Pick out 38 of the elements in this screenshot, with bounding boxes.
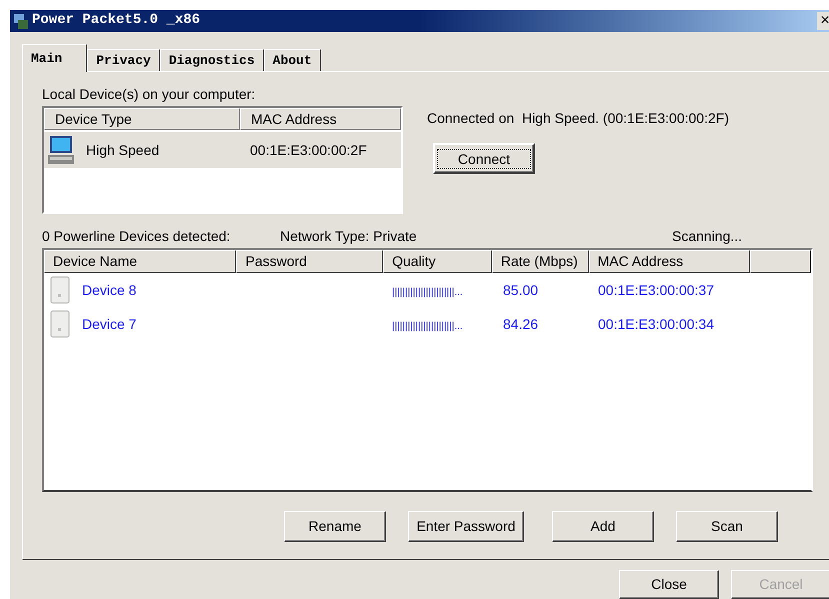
tab[interactable]: Diagnostics (160, 49, 264, 71)
device-name[interactable]: Device 8 (82, 280, 136, 300)
tab[interactable]: About (264, 49, 321, 71)
action-button[interactable]: Enter Password (408, 511, 524, 542)
rate-cell: 84.26 (503, 316, 538, 332)
column-header[interactable]: Device Type (44, 108, 240, 130)
tab[interactable]: Main (22, 44, 88, 72)
device-icon (50, 276, 70, 304)
mac-address: 00:1E:E3:00:00:37 (598, 282, 714, 298)
scanning-label: Scanning... (672, 227, 742, 244)
footer-button[interactable]: Close (619, 570, 719, 599)
device-icon (50, 310, 70, 338)
window-title: Power Packet5.0 _x86 (32, 11, 200, 30)
action-button[interactable]: Scan (676, 511, 778, 542)
action-button[interactable]: Rename (284, 511, 386, 542)
device-name[interactable]: Device 7 (82, 314, 136, 334)
devices-detected-label: 0 Powerline Devices detected: (42, 227, 232, 244)
close-button[interactable]: × (817, 12, 829, 30)
column-header[interactable]: Rate (Mbps) (492, 250, 589, 273)
column-header[interactable]: Password (236, 250, 384, 273)
mac-address: 00:1E:E3:00:00:34 (598, 316, 714, 332)
mac-address: 00:1E:E3:00:00:2F (249, 140, 367, 160)
tab[interactable]: Privacy (87, 49, 160, 71)
rate-cell: 85.00 (503, 282, 538, 298)
app-icon (12, 12, 30, 30)
column-header[interactable]: Device Name (44, 250, 236, 273)
column-header[interactable]: MAC Address (240, 108, 401, 130)
device-type: High Speed (86, 140, 160, 160)
local-devices-label: Local Device(s) on your computer: (42, 86, 256, 102)
network-type-label: Network Type: Private (280, 227, 418, 244)
device-row[interactable]: High Speed 00:1E:E3:00:00:2F (44, 132, 401, 168)
connect-button[interactable]: Connect (433, 143, 535, 174)
quality-bars: ||||||||||||||||||||||||... (392, 286, 463, 298)
column-header[interactable]: Quality (383, 250, 492, 273)
quality-bars: ||||||||||||||||||||||||... (392, 320, 463, 332)
action-button[interactable]: Add (552, 511, 654, 542)
column-header[interactable]: MAC Address (588, 250, 750, 273)
connection-status: Connected on High Speed. (00:1E:E3:00:00:2F) (427, 109, 729, 128)
